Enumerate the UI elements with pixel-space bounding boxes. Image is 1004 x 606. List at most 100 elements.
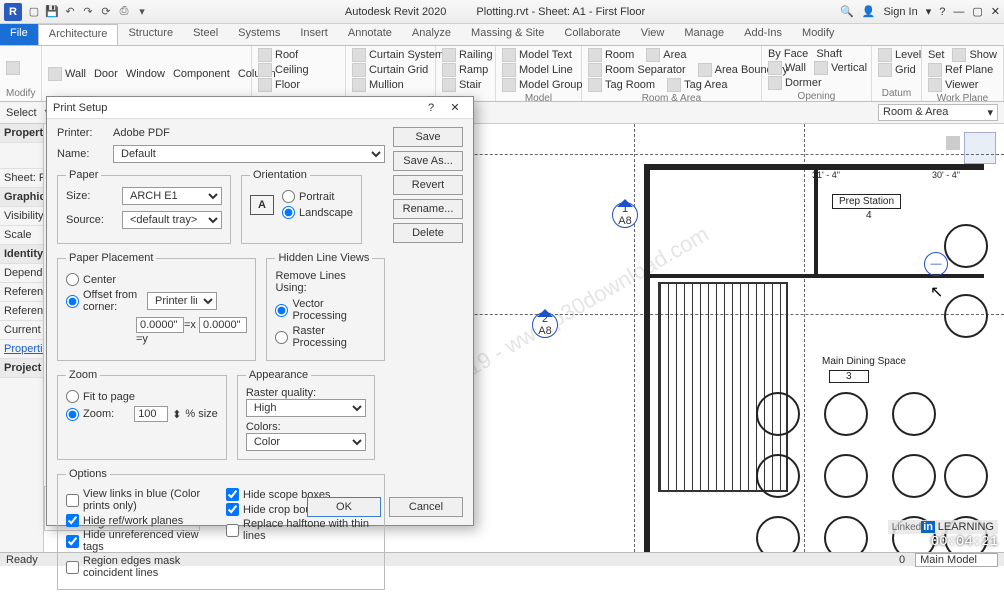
wall-opening-tool[interactable]: Wall (768, 61, 806, 75)
help-icon[interactable]: ? (939, 6, 945, 18)
vector-radio[interactable] (275, 304, 288, 317)
current-row[interactable]: Current (0, 321, 43, 340)
print-icon[interactable]: ⎙ (116, 4, 132, 20)
save-icon[interactable]: 💾 (44, 4, 60, 20)
search-icon[interactable]: 🔍 (840, 5, 854, 18)
area-tool[interactable]: Area (646, 48, 686, 62)
floor-tool[interactable]: Floor (258, 78, 300, 92)
tag-area-tool[interactable]: Tag Area (667, 78, 727, 92)
model-line-tool[interactable]: Model Line (502, 63, 573, 77)
delete-button[interactable]: Delete (393, 223, 463, 243)
saveas-button[interactable]: Save As... (393, 151, 463, 171)
tab-analyze[interactable]: Analyze (402, 24, 461, 45)
dependency-row[interactable]: Depende (0, 264, 43, 283)
level-tool[interactable]: Level (878, 48, 921, 62)
sheet-row[interactable]: Sheet: Fir (0, 169, 43, 188)
view-tag-1[interactable]: 1A8 (612, 202, 638, 228)
tab-modify[interactable]: Modify (792, 24, 844, 45)
zoom-radio[interactable] (66, 408, 79, 421)
room-sep-tool[interactable]: Room Separator (588, 63, 686, 77)
show-tool[interactable]: Show (952, 48, 997, 62)
undo-icon[interactable]: ↶ (62, 4, 78, 20)
shaft-tool[interactable]: Shaft (816, 48, 842, 60)
window-tool[interactable]: Window (126, 68, 165, 80)
redo-icon[interactable]: ↷ (80, 4, 96, 20)
tab-steel[interactable]: Steel (183, 24, 228, 45)
offset-radio[interactable] (66, 295, 79, 308)
raster-radio[interactable] (275, 331, 288, 344)
fit-radio[interactable] (66, 390, 79, 403)
refplanes-check[interactable] (66, 514, 79, 527)
dormer-tool[interactable]: Dormer (768, 76, 822, 90)
rasterq-select[interactable]: High (246, 399, 366, 417)
ref2-row[interactable]: Referenc (0, 302, 43, 321)
minimize-icon[interactable]: — (953, 6, 964, 18)
wall-tool[interactable]: Wall (48, 67, 86, 81)
tab-architecture[interactable]: Architecture (38, 24, 119, 45)
source-select[interactable]: <default tray> (122, 211, 222, 229)
revert-button[interactable]: Revert (393, 175, 463, 195)
tab-file[interactable]: File (0, 24, 38, 45)
links-check[interactable] (66, 494, 79, 507)
refplane-tool[interactable]: Ref Plane (928, 63, 993, 77)
portrait-radio[interactable] (282, 190, 295, 203)
tab-insert[interactable]: Insert (290, 24, 338, 45)
close-icon[interactable]: ✕ (991, 5, 1000, 18)
roof-tool[interactable]: Roof (258, 48, 298, 62)
center-radio[interactable] (66, 273, 79, 286)
dialog-help-icon[interactable]: ? (419, 102, 443, 114)
tab-annotate[interactable]: Annotate (338, 24, 402, 45)
status-model-combo[interactable]: Main Model (915, 553, 998, 567)
ref1-row[interactable]: Referenc (0, 283, 43, 302)
offset-y-input[interactable] (199, 317, 247, 333)
visibility-row[interactable]: Visibility (0, 207, 43, 226)
zoom-input[interactable] (134, 406, 168, 422)
viewer-tool[interactable]: Viewer (928, 78, 978, 92)
tab-collaborate[interactable]: Collaborate (554, 24, 630, 45)
ceiling-tool[interactable]: Ceiling (258, 63, 309, 77)
set-tool[interactable]: Set (928, 48, 945, 62)
user-icon[interactable]: 👤 (862, 5, 876, 18)
modify-tool[interactable] (6, 61, 20, 75)
tab-addins[interactable]: Add-Ins (734, 24, 792, 45)
open-icon[interactable]: ▢ (26, 4, 42, 20)
sync-icon[interactable]: ⟳ (98, 4, 114, 20)
maximize-icon[interactable]: ▢ (972, 5, 982, 18)
region-check[interactable] (66, 561, 79, 574)
name-select[interactable]: Default (113, 145, 385, 163)
railing-tool[interactable]: Railing (442, 48, 493, 62)
view-tag-2[interactable]: 2A8 (532, 312, 558, 338)
stair-tool[interactable]: Stair (442, 78, 482, 92)
scale-row[interactable]: Scale (0, 226, 43, 245)
properties-help-link[interactable]: Propertie (0, 340, 43, 359)
door-tool[interactable]: Door (94, 68, 118, 80)
cart-icon[interactable]: ▾ (926, 5, 932, 18)
unref-check[interactable] (66, 535, 79, 548)
scope-check[interactable] (226, 488, 239, 501)
signin-label[interactable]: Sign In (883, 6, 917, 18)
more-icon[interactable]: ▾ (134, 4, 150, 20)
byface-tool[interactable]: By Face (768, 48, 808, 60)
ramp-tool[interactable]: Ramp (442, 63, 488, 77)
panel-dropdown[interactable]: Room & Area▾ (878, 104, 998, 121)
dialog-close-icon[interactable]: ✕ (443, 101, 467, 114)
crop-check[interactable] (226, 503, 239, 516)
tab-manage[interactable]: Manage (674, 24, 734, 45)
home-icon[interactable] (946, 136, 960, 150)
tab-systems[interactable]: Systems (228, 24, 290, 45)
tag-room-tool[interactable]: Tag Room (588, 78, 655, 92)
component-tool[interactable]: Component (173, 68, 230, 80)
room-tool[interactable]: Room (588, 48, 634, 62)
halftone-check[interactable] (226, 524, 239, 537)
mullion-tool[interactable]: Mullion (352, 78, 404, 92)
grid-tool[interactable]: Grid (878, 63, 916, 77)
rename-button[interactable]: Rename... (393, 199, 463, 219)
model-group-tool[interactable]: Model Group (502, 78, 583, 92)
offset-x-input[interactable] (136, 317, 184, 333)
tab-structure[interactable]: Structure (118, 24, 183, 45)
viewcube[interactable] (964, 132, 996, 164)
cancel-button[interactable]: Cancel (389, 497, 463, 517)
ok-button[interactable]: OK (307, 497, 381, 517)
landscape-radio[interactable] (282, 206, 295, 219)
save-button[interactable]: Save (393, 127, 463, 147)
